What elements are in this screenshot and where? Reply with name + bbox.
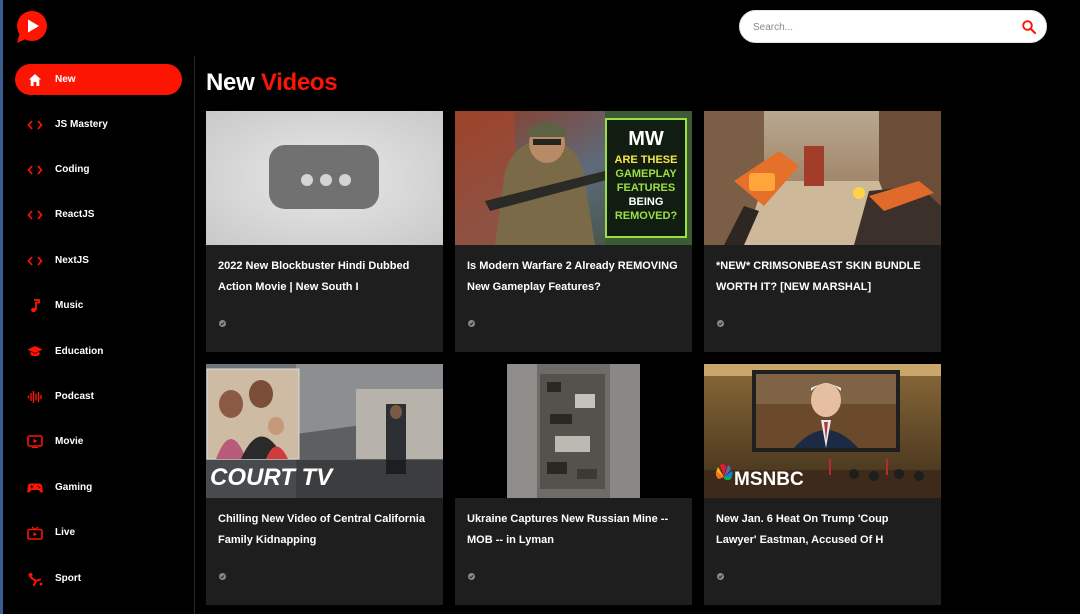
page-title-prefix: New <box>206 69 255 96</box>
live-tv-icon <box>27 525 43 541</box>
sidebar-item-reactjs[interactable]: ReactJS <box>15 199 182 230</box>
svg-text:BEING: BEING <box>629 196 664 208</box>
video-thumbnail[interactable]: MSNBC <box>704 364 941 498</box>
sidebar-item-label: Sport <box>55 573 82 584</box>
svg-text:GAMEPLAY: GAMEPLAY <box>615 168 677 180</box>
sidebar-divider <box>194 56 195 614</box>
video-thumbnail[interactable]: COURT TV <box>206 364 443 498</box>
video-thumbnail[interactable] <box>206 111 443 245</box>
sidebar-item-coding[interactable]: Coding <box>15 154 182 185</box>
video-card[interactable]: COURT TV Chilling New Video of Central C… <box>206 364 443 605</box>
sidebar-item-movie[interactable]: Movie <box>15 426 182 457</box>
svg-text:ARE THESE: ARE THESE <box>615 154 678 166</box>
code-icon <box>27 207 43 223</box>
video-title[interactable]: Chilling New Video of Central California… <box>218 509 433 551</box>
sidebar-item-nextjs[interactable]: NextJS <box>15 245 182 276</box>
youtube-logo-icon[interactable] <box>16 10 48 44</box>
sidebar-item-sport[interactable]: Sport <box>15 563 182 594</box>
code-icon <box>27 117 43 133</box>
verified-check-icon <box>717 314 724 327</box>
video-title[interactable]: New Jan. 6 Heat On Trump 'Coup Lawyer' E… <box>716 509 931 551</box>
code-icon <box>27 253 43 269</box>
sidebar-item-label: JS Mastery <box>55 119 108 130</box>
video-card[interactable]: MW ARE THESE GAMEPLAY FEATURES BEING REM… <box>455 111 692 352</box>
graduation-cap-icon <box>27 344 43 360</box>
search-input[interactable] <box>753 19 1003 36</box>
page-title-accent: Videos <box>260 69 338 96</box>
verified-check-icon <box>219 314 226 327</box>
sidebar-item-label: Podcast <box>55 391 94 402</box>
sidebar-item-live[interactable]: Live <box>15 517 182 548</box>
sidebar-item-education[interactable]: Education <box>15 336 182 367</box>
thumbnail-overlay-logo: COURT TV <box>210 464 334 491</box>
sidebar-item-new[interactable]: New <box>15 64 182 95</box>
code-icon <box>27 162 43 178</box>
video-title[interactable]: Is Modern Warfare 2 Already REMOVING New… <box>467 256 682 298</box>
verified-check-icon <box>717 567 724 580</box>
sidebar-item-podcast[interactable]: Podcast <box>15 381 182 412</box>
sidebar-item-label: Education <box>55 346 104 357</box>
sport-icon <box>27 571 43 587</box>
sidebar-item-music[interactable]: Music <box>15 290 182 321</box>
video-card[interactable]: MSNBC New Jan. 6 Heat On Trump 'Coup Law… <box>704 364 941 605</box>
video-thumbnail[interactable] <box>704 111 941 245</box>
search-bar <box>739 10 1047 43</box>
verified-check-icon <box>468 314 475 327</box>
sidebar-item-label: Music <box>55 300 84 311</box>
video-thumbnail[interactable]: MW ARE THESE GAMEPLAY FEATURES BEING REM… <box>455 111 692 245</box>
thumbnail-overlay-logo: MSNBC <box>734 469 804 490</box>
sidebar-item-label: Gaming <box>55 482 93 493</box>
play-screen-icon <box>27 434 43 450</box>
sidebar-item-gaming[interactable]: Gaming <box>15 472 182 503</box>
sidebar-item-label: New <box>55 74 76 85</box>
verified-check-icon <box>219 567 226 580</box>
video-title[interactable]: Ukraine Captures New Russian Mine -- MOB… <box>467 509 682 551</box>
sidebar-item-js-mastery[interactable]: JS Mastery <box>15 109 182 140</box>
sidebar-item-label: Live <box>55 527 76 538</box>
gamepad-icon <box>27 480 43 496</box>
sidebar-item-label: NextJS <box>55 255 89 266</box>
verified-check-icon <box>468 567 475 580</box>
video-title[interactable]: *NEW* CRIMSONBEAST SKIN BUNDLE WORTH IT?… <box>716 256 931 298</box>
sidebar-item-label: Movie <box>55 436 84 447</box>
svg-text:FEATURES: FEATURES <box>617 182 675 194</box>
music-note-icon <box>27 298 43 314</box>
soundwave-icon <box>27 389 43 405</box>
page-title: New Videos <box>206 69 338 97</box>
home-icon <box>27 72 43 88</box>
svg-text:REMOVED?: REMOVED? <box>615 210 678 222</box>
video-card[interactable]: Ukraine Captures New Russian Mine -- MOB… <box>455 364 692 605</box>
video-card[interactable]: 2022 New Blockbuster Hindi Dubbed Action… <box>206 111 443 352</box>
video-title[interactable]: 2022 New Blockbuster Hindi Dubbed Action… <box>218 256 433 298</box>
top-bar <box>0 0 1080 56</box>
sidebar-item-label: Coding <box>55 164 90 175</box>
search-icon[interactable] <box>1021 19 1037 35</box>
sidebar-item-label: ReactJS <box>55 209 95 220</box>
video-thumbnail[interactable] <box>455 364 692 498</box>
thumbnail-overlay-logo: MW <box>628 128 664 150</box>
video-card[interactable]: *NEW* CRIMSONBEAST SKIN BUNDLE WORTH IT?… <box>704 111 941 352</box>
